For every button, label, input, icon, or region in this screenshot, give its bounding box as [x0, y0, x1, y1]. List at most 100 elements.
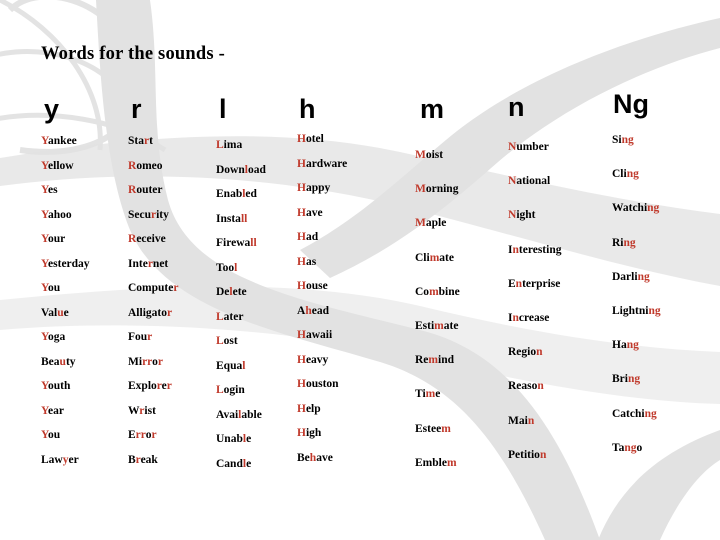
- word-item: Help: [297, 403, 321, 415]
- highlighted-letters: n: [537, 380, 544, 393]
- highlighted-letters: n: [527, 414, 535, 427]
- word-text: Co: [415, 285, 430, 298]
- word-item: Ahead: [297, 305, 329, 317]
- word-text: ete: [232, 286, 247, 298]
- word-item: Happy: [297, 182, 330, 194]
- word-item: Yankee: [41, 135, 77, 147]
- word-list-ng: Sing Cling Watching Ring Darling Lightning Han…: [612, 130, 661, 522]
- word-item: Number: [508, 141, 549, 153]
- highlighted-letters: ng: [626, 168, 639, 181]
- word-text: ellow: [48, 159, 74, 172]
- word-text: ankee: [48, 135, 77, 147]
- word-item: Watching: [612, 202, 659, 214]
- highlighted-letters: H: [297, 353, 306, 366]
- word-text: ty: [65, 355, 76, 368]
- word-text: ou: [48, 429, 61, 441]
- word-item: Enabled: [216, 188, 257, 200]
- highlighted-letters: n: [539, 448, 547, 461]
- highlighted-letters: L: [216, 139, 224, 151]
- word-text: De: [216, 286, 230, 298]
- word-item: Unable: [216, 433, 251, 445]
- highlighted-letters: m: [429, 285, 439, 298]
- word-text: Watchi: [612, 202, 648, 215]
- word-text: Catchi: [612, 407, 645, 420]
- highlighted-letters: r: [166, 306, 173, 319]
- word-text: e: [63, 306, 69, 319]
- word-text: Estee: [415, 422, 442, 435]
- word-item: Yahoo: [41, 209, 72, 221]
- word-text: Equa: [216, 359, 243, 372]
- highlighted-letters: H: [297, 378, 306, 390]
- highlighted-letters: m: [428, 354, 439, 367]
- word-item: Receive: [128, 233, 166, 245]
- highlighted-letters: ng: [626, 339, 639, 352]
- word-text: o: [636, 441, 643, 454]
- word-list-m: Moist Morning Maple Climate Combine Estimate R…: [415, 135, 460, 537]
- sound-column-ng: Ng Sing Cling Watching Ring Darling Lightning…: [612, 91, 661, 522]
- word-text: Be: [297, 451, 310, 464]
- sound-column-m: m Moist Morning Maple Climate Combine Estimat…: [415, 94, 460, 537]
- word-list-l: Lima Download Enabled Install Firewall Tool De…: [216, 135, 266, 528]
- highlighted-letters: H: [297, 427, 306, 439]
- highlighted-letters: H: [297, 280, 306, 292]
- word-item: Internet: [128, 258, 168, 270]
- highlighted-letters: n: [536, 346, 543, 359]
- word-text: elp: [305, 402, 321, 415]
- word-text: ational: [516, 175, 551, 188]
- word-item: Petition: [508, 449, 546, 461]
- word-text: able: [241, 408, 262, 421]
- highlighted-letters: Y: [41, 208, 49, 221]
- word-item: Lawyer: [41, 454, 79, 466]
- word-text: teresting: [518, 243, 562, 256]
- word-item: Emblem: [415, 457, 457, 469]
- word-item: House: [297, 280, 328, 292]
- word-item: Hang: [612, 339, 639, 351]
- word-text: Alligato: [128, 306, 167, 319]
- page-title: Words for the sounds -: [41, 44, 225, 64]
- word-item: Your: [41, 233, 65, 245]
- word-item: You: [41, 429, 60, 441]
- word-text: terprise: [522, 277, 561, 290]
- word-item: Explorer: [128, 380, 172, 392]
- word-item: Available: [216, 409, 262, 421]
- highlighted-letters: r: [166, 380, 172, 392]
- word-text: eak: [140, 453, 158, 466]
- highlighted-letters: H: [297, 182, 306, 194]
- highlighted-letters: ng: [624, 441, 637, 454]
- highlighted-letters: ng: [621, 134, 634, 146]
- word-text: ouse: [305, 280, 328, 292]
- word-text: B: [128, 453, 136, 466]
- word-text: Emble: [415, 456, 447, 469]
- word-text: Si: [612, 134, 622, 146]
- word-item: High: [297, 427, 321, 439]
- word-item: Romeo: [128, 160, 163, 172]
- highlighted-letters: Y: [41, 429, 49, 441]
- word-item: Computer: [128, 282, 178, 294]
- word-text: Petitio: [508, 448, 540, 461]
- presentation-slide: Words for the sounds - y Yankee Yellow Yes…: [0, 0, 720, 540]
- word-item: Security: [128, 209, 169, 221]
- word-text: aple: [425, 217, 447, 230]
- highlighted-letters: Y: [41, 159, 49, 172]
- word-item: Esteem: [415, 423, 451, 435]
- column-heading-m: m: [420, 94, 445, 124]
- word-item: Value: [41, 307, 69, 319]
- word-item: Reason: [508, 380, 544, 392]
- sound-column-l: l Lima Download Enabled Install Firewall Tool…: [216, 96, 266, 528]
- highlighted-letters: ng: [647, 202, 660, 215]
- word-item: Router: [128, 184, 163, 196]
- highlighted-letters: Y: [41, 257, 49, 270]
- word-text: oad: [247, 163, 266, 176]
- word-text: es: [48, 184, 58, 196]
- word-text: bine: [438, 285, 460, 298]
- word-item: Hawaii: [297, 329, 332, 341]
- column-heading-r: r: [131, 94, 142, 124]
- highlighted-letters: H: [297, 255, 306, 268]
- highlighted-letters: L: [216, 335, 224, 347]
- word-item: Delete: [216, 286, 247, 298]
- highlighted-letters: r: [151, 429, 157, 441]
- highlighted-letters: L: [216, 384, 224, 396]
- word-item: Darling: [612, 271, 650, 283]
- word-text: ahoo: [48, 208, 72, 221]
- word-text: ind: [438, 354, 455, 367]
